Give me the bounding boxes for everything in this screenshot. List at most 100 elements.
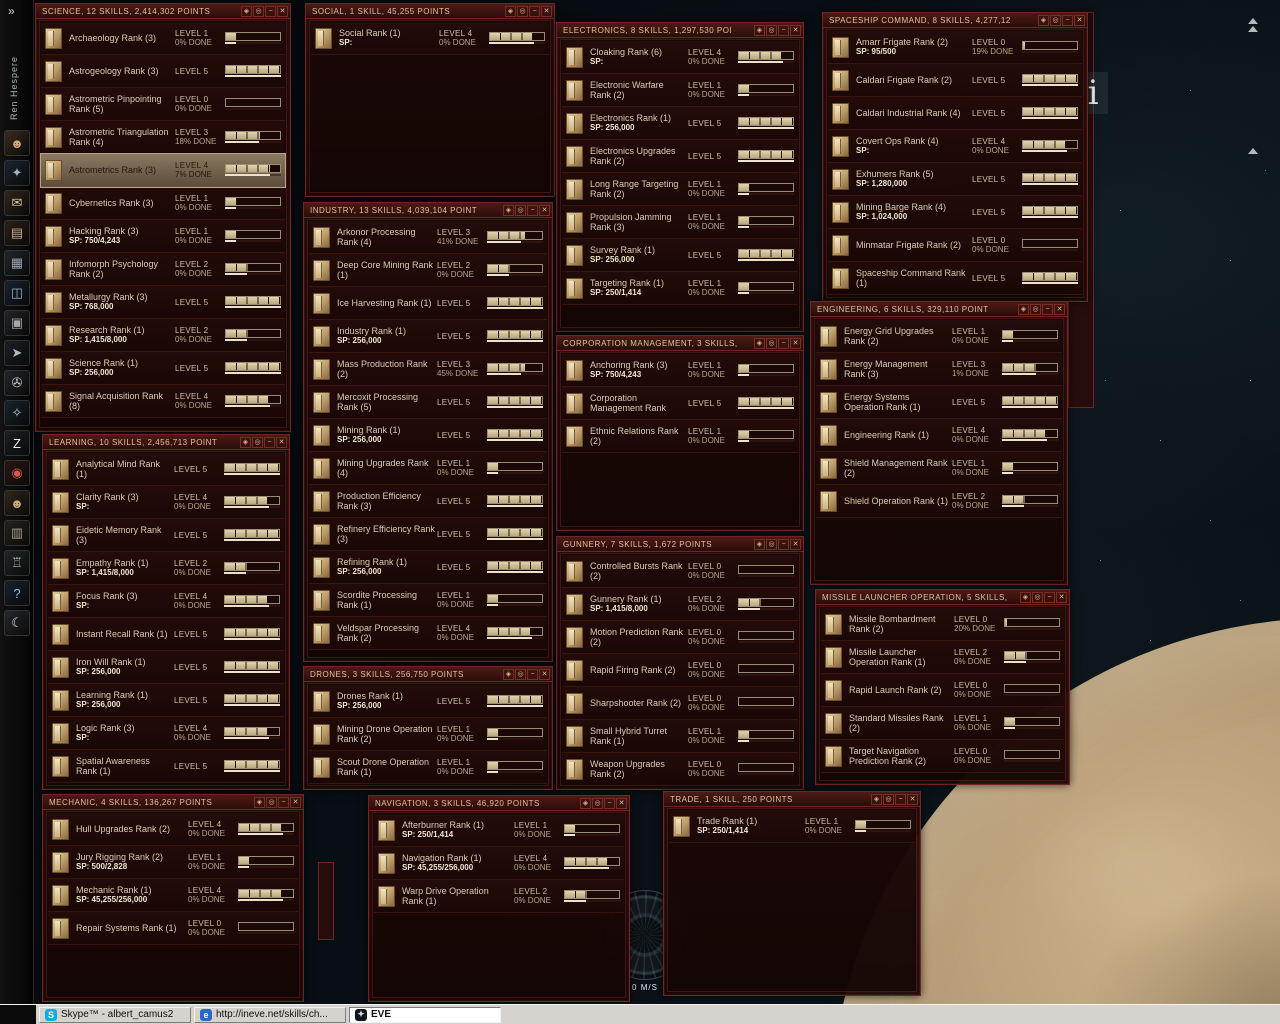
window-titlebar[interactable]: DRONES, 3 SKILLS, 256,750 POINTS ◈ ◎ − ✕ [304, 667, 552, 682]
skill-row[interactable]: Mass Production Rank (2) LEVEL 3 45% DON… [309, 353, 547, 386]
skill-row[interactable]: Logic Rank (3) SP: LEVEL 4 0% DONE [48, 717, 284, 750]
window-pin-button[interactable]: ◎ [266, 796, 277, 808]
skill-row[interactable]: Ethnic Relations Rank (2) LEVEL 1 0% DON… [562, 420, 798, 453]
market-icon[interactable]: ◫ [4, 280, 30, 306]
skill-row[interactable]: Industry Rank (1) SP: 256,000 LEVEL 5 [309, 320, 547, 353]
window-pin-button[interactable]: ◎ [517, 5, 528, 17]
window-titlebar[interactable]: SCIENCE, 12 SKILLS, 2,414,302 POINTS ◈ ◎ −… [36, 4, 290, 19]
window-pin-button[interactable]: ◎ [766, 24, 777, 36]
window-blink-button[interactable]: ◈ [503, 668, 514, 680]
window-minimize-button[interactable]: − [527, 204, 538, 216]
skill-row[interactable]: Navigation Rank (1) SP: 45,255/256,000 L… [374, 847, 624, 880]
window-blink-button[interactable]: ◈ [871, 793, 882, 805]
skill-row[interactable]: Covert Ops Rank (4) SP: LEVEL 4 0% DONE [828, 130, 1082, 163]
skill-row[interactable]: Caldari Industrial Rank (4) LEVEL 5 [828, 97, 1082, 130]
window-minimize-button[interactable]: − [264, 436, 275, 448]
window-minimize-button[interactable]: − [265, 5, 276, 17]
skill-row[interactable]: Astrometric Pinpointing Rank (5) LEVEL 0… [41, 88, 285, 121]
character-portrait-icon[interactable]: ☻ [4, 130, 30, 156]
skill-row[interactable]: Eidetic Memory Rank (3) LEVEL 5 [48, 519, 284, 552]
skill-row[interactable]: Scordite Processing Rank (1) LEVEL 1 0% … [309, 584, 547, 617]
skill-row[interactable]: Spatial Awareness Rank (1) LEVEL 5 [48, 750, 284, 783]
skill-row[interactable]: Weapon Upgrades Rank (2) LEVEL 0 0% DONE [562, 753, 798, 785]
skill-row[interactable]: Signal Acquisition Rank (8) LEVEL 4 0% D… [41, 385, 285, 418]
assets-icon[interactable]: ▦ [4, 250, 30, 276]
skill-row[interactable]: Hull Upgrades Rank (2) LEVEL 4 0% DONE [48, 813, 298, 846]
window-close-button[interactable]: ✕ [790, 24, 801, 36]
skill-row[interactable]: Refinery Efficiency Rank (3) LEVEL 5 [309, 518, 547, 551]
skill-row[interactable]: Targeting Rank (1) SP: 250/1,414 LEVEL 1… [562, 272, 798, 305]
window-titlebar[interactable]: CORPORATION MANAGEMENT, 3 SKILLS, ◈ ◎ − ✕ [557, 336, 803, 351]
skill-row[interactable]: Afterburner Rank (1) SP: 250/1,414 LEVEL… [374, 814, 624, 847]
scroll-up-double-chevron-icon[interactable] [1248, 18, 1258, 32]
window-pin-button[interactable]: ◎ [253, 5, 264, 17]
skill-row[interactable]: Standard Missiles Rank (2) LEVEL 1 0% DO… [821, 707, 1064, 740]
skill-row[interactable]: Scout Drone Operation Rank (1) LEVEL 1 0… [309, 751, 547, 784]
skill-row[interactable]: Instant Recall Rank (1) LEVEL 5 [48, 618, 284, 651]
skill-row[interactable]: Minmatar Frigate Rank (2) LEVEL 0 0% DON… [828, 229, 1082, 262]
skill-row[interactable]: Rapid Launch Rank (2) LEVEL 0 0% DONE [821, 674, 1064, 707]
window-close-button[interactable]: ✕ [1054, 303, 1065, 315]
skill-row[interactable]: Small Hybrid Turret Rank (1) LEVEL 1 0% … [562, 720, 798, 753]
skill-row[interactable]: Propulsion Jamming Rank (3) LEVEL 1 0% D… [562, 206, 798, 239]
skill-row[interactable]: Iron Will Rank (1) SP: 256,000 LEVEL 5 [48, 651, 284, 684]
window-pin-button[interactable]: ◎ [1030, 303, 1041, 315]
taskbar-eve-button[interactable]: ✦ EVE [349, 1006, 501, 1023]
window-blink-button[interactable]: ◈ [754, 538, 765, 550]
skill-row[interactable]: Mercoxit Processing Rank (5) LEVEL 5 [309, 386, 547, 419]
skill-row[interactable]: Corporation Management Rank LEVEL 5 [562, 387, 798, 420]
window-blink-button[interactable]: ◈ [505, 5, 516, 17]
window-titlebar[interactable]: INDUSTRY, 13 SKILLS, 4,039,104 POINT ◈ ◎ −… [304, 203, 552, 218]
window-close-button[interactable]: ✕ [616, 797, 627, 809]
contacts-icon[interactable]: ☻ [4, 490, 30, 516]
skill-row[interactable]: Refining Rank (1) SP: 256,000 LEVEL 5 [309, 551, 547, 584]
neocom-expand-icon[interactable]: » [8, 4, 15, 18]
window-blink-button[interactable]: ◈ [503, 204, 514, 216]
window-minimize-button[interactable]: − [1042, 303, 1053, 315]
skill-row[interactable]: Engineering Rank (1) LEVEL 4 0% DONE [816, 419, 1062, 452]
window-close-button[interactable]: ✕ [907, 793, 918, 805]
skill-row[interactable]: Astrogeology Rank (3) LEVEL 5 [41, 55, 285, 88]
window-titlebar[interactable]: MECHANIC, 4 SKILLS, 136,267 POINTS ◈ ◎ − ✕ [43, 795, 303, 810]
window-minimize-button[interactable]: − [778, 538, 789, 550]
items-icon[interactable]: ▣ [4, 310, 30, 336]
window-blink-button[interactable]: ◈ [1038, 14, 1049, 26]
window-close-button[interactable]: ✕ [790, 538, 801, 550]
window-close-button[interactable]: ✕ [539, 668, 550, 680]
window-close-button[interactable]: ✕ [541, 5, 552, 17]
ships-icon[interactable]: ➤ [4, 340, 30, 366]
star-map-icon[interactable]: ✦ [4, 160, 30, 186]
window-blink-button[interactable]: ◈ [1020, 591, 1031, 603]
skill-row[interactable]: Warp Drive Operation Rank (1) LEVEL 2 0%… [374, 880, 624, 913]
skill-row[interactable]: Ice Harvesting Rank (1) LEVEL 5 [309, 287, 547, 320]
skill-row[interactable]: Astrometric Triangulation Rank (4) LEVEL… [41, 121, 285, 154]
window-close-button[interactable]: ✕ [277, 5, 288, 17]
window-blink-button[interactable]: ◈ [580, 797, 591, 809]
window-titlebar[interactable]: TRADE, 1 SKILL, 250 POINTS ◈ ◎ − ✕ [664, 792, 920, 807]
skill-row[interactable]: Controlled Bursts Rank (2) LEVEL 0 0% DO… [562, 555, 798, 588]
skill-row[interactable]: Missile Launcher Operation Rank (1) LEVE… [821, 641, 1064, 674]
skill-row[interactable]: Energy Systems Operation Rank (1) LEVEL … [816, 386, 1062, 419]
skill-row[interactable]: Rapid Firing Rank (2) LEVEL 0 0% DONE [562, 654, 798, 687]
window-titlebar[interactable]: SPACESHIP COMMAND, 8 SKILLS, 4,277,12 ◈ ◎… [823, 13, 1087, 28]
skill-row[interactable]: Social Rank (1) SP: LEVEL 4 0% DONE [311, 22, 549, 55]
skill-row[interactable]: Anchoring Rank (3) SP: 750/4,243 LEVEL 1… [562, 354, 798, 387]
skill-row[interactable]: Learning Rank (1) SP: 256,000 LEVEL 5 [48, 684, 284, 717]
window-titlebar[interactable]: SOCIAL, 1 SKILL, 45,255 POINTS ◈ ◎ − ✕ [306, 4, 554, 19]
archive-icon[interactable]: ▥ [4, 520, 30, 546]
window-titlebar[interactable]: MISSILE LAUNCHER OPERATION, 5 SKILLS, ◈ ◎… [816, 590, 1069, 605]
skill-row[interactable]: Survey Rank (1) SP: 256,000 LEVEL 5 [562, 239, 798, 272]
skill-row[interactable]: Mining Upgrades Rank (4) LEVEL 1 0% DONE [309, 452, 547, 485]
window-titlebar[interactable]: ENGINEERING, 6 SKILLS, 329,110 POINT ◈ ◎ −… [811, 302, 1067, 317]
window-pin-button[interactable]: ◎ [766, 538, 777, 550]
skill-row[interactable]: Veldspar Processing Rank (2) LEVEL 4 0% … [309, 617, 547, 650]
skill-row[interactable]: Amarr Frigate Rank (2) SP: 95/500 LEVEL … [828, 31, 1082, 64]
taskbar-skype-button[interactable]: S Skype™ - albert_camus2 [39, 1006, 191, 1023]
skill-row[interactable]: Analytical Mind Rank (1) LEVEL 5 [48, 453, 284, 486]
window-close-button[interactable]: ✕ [790, 337, 801, 349]
skill-row[interactable]: Electronic Warfare Rank (2) LEVEL 1 0% D… [562, 74, 798, 107]
skill-row[interactable]: Repair Systems Rank (1) LEVEL 0 0% DONE [48, 912, 298, 945]
window-minimize-button[interactable]: − [1062, 14, 1073, 26]
skill-row[interactable]: Astrometrics Rank (3) LEVEL 4 7% DONE [40, 153, 286, 188]
window-pin-button[interactable]: ◎ [883, 793, 894, 805]
